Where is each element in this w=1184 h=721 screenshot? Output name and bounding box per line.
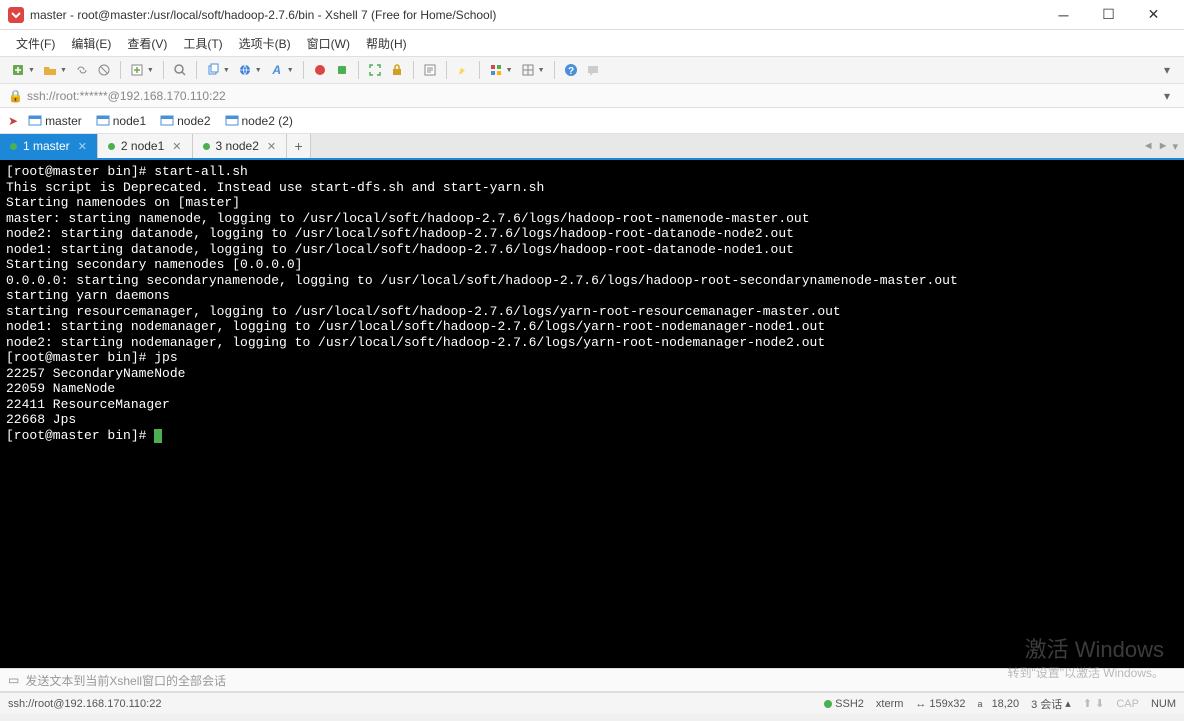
status-bar: ssh://root@192.168.170.110:22 SSH2 xterm…: [0, 692, 1184, 714]
tab-close-icon[interactable]: ✕: [172, 140, 181, 153]
dropdown-icon[interactable]: ▼: [147, 67, 154, 74]
menu-tabs[interactable]: 选项卡(B): [231, 31, 299, 56]
disconnect-icon[interactable]: [94, 60, 114, 80]
tab-label: 3 node2: [216, 139, 259, 153]
close-button[interactable]: ✕: [1131, 1, 1176, 29]
globe-icon[interactable]: [235, 60, 255, 80]
tab-list-icon[interactable]: ▾: [1172, 140, 1178, 153]
status-dot-icon: [203, 143, 210, 150]
tab-prev-icon[interactable]: ◄: [1143, 140, 1154, 152]
app-icon: [8, 7, 24, 23]
session-item-master[interactable]: master: [24, 112, 86, 130]
session-label: node2: [177, 114, 210, 128]
status-pos: a 18,20: [977, 698, 1019, 710]
lock-icon[interactable]: [387, 60, 407, 80]
status-num: NUM: [1151, 698, 1176, 710]
tab-next-icon[interactable]: ►: [1158, 140, 1169, 152]
help-icon[interactable]: ?: [561, 60, 581, 80]
status-dot-icon: [108, 143, 115, 150]
tab-label: 2 node1: [121, 139, 164, 153]
session-bar: ➤ master node1 node2 node2 (2): [0, 108, 1184, 134]
tab-close-icon[interactable]: ✕: [267, 140, 276, 153]
status-dot-icon: [10, 143, 17, 150]
new-session-icon[interactable]: [8, 60, 28, 80]
dropdown-icon[interactable]: ▼: [287, 67, 294, 74]
play-icon[interactable]: [332, 60, 352, 80]
status-transfer: ⬆ ⬇: [1083, 697, 1105, 710]
session-label: master: [45, 114, 82, 128]
lock-icon: 🔒: [8, 89, 23, 103]
status-term: xterm: [876, 698, 904, 710]
dropdown-icon[interactable]: ▼: [538, 67, 545, 74]
status-size: ↔ 159x32: [915, 698, 965, 710]
toolbar: ▼ ▼ ▼ ▼ ▼ A ▼ ▼ ▼ ? ▾: [0, 56, 1184, 84]
dropdown-icon[interactable]: ▼: [223, 67, 230, 74]
add-icon[interactable]: [127, 60, 147, 80]
highlight-icon[interactable]: [453, 60, 473, 80]
fullscreen-icon[interactable]: [365, 60, 385, 80]
window-title: master - root@master:/usr/local/soft/had…: [30, 8, 1041, 22]
dropdown-icon[interactable]: ▼: [255, 67, 262, 74]
session-item-node2-2[interactable]: node2 (2): [221, 112, 297, 130]
script-icon[interactable]: [420, 60, 440, 80]
title-bar: master - root@master:/usr/local/soft/had…: [0, 0, 1184, 30]
status-connection: ssh://root@192.168.170.110:22: [8, 698, 824, 710]
maximize-button[interactable]: ☐: [1086, 1, 1131, 29]
session-icon: [160, 114, 174, 128]
status-ssh: SSH2: [824, 698, 864, 710]
terminal[interactable]: [root@master bin]# start-all.sh This scr…: [0, 160, 1184, 668]
status-caps: CAP: [1116, 698, 1139, 710]
address-expand-icon[interactable]: ▾: [1158, 89, 1176, 103]
menu-bar: 文件(F) 编辑(E) 查看(V) 工具(T) 选项卡(B) 窗口(W) 帮助(…: [0, 30, 1184, 56]
link-icon[interactable]: [72, 60, 92, 80]
minimize-button[interactable]: ─: [1041, 1, 1086, 29]
address-text[interactable]: ssh://root:******@192.168.170.110:22: [27, 89, 1158, 103]
session-item-node2[interactable]: node2: [156, 112, 214, 130]
tab-add-button[interactable]: +: [287, 134, 311, 158]
menu-file[interactable]: 文件(F): [8, 31, 63, 56]
record-icon[interactable]: [310, 60, 330, 80]
status-sessions[interactable]: 3 会话 ▴: [1031, 696, 1071, 712]
tab-master[interactable]: 1 master ✕: [0, 134, 98, 158]
dropdown-icon[interactable]: ▼: [28, 67, 35, 74]
ssh-dot-icon: [824, 700, 832, 708]
session-icon: [28, 114, 42, 128]
palette-icon[interactable]: [486, 60, 506, 80]
menu-edit[interactable]: 编辑(E): [63, 31, 119, 56]
svg-text:?: ?: [567, 66, 573, 77]
session-icon: [96, 114, 110, 128]
dropdown-icon[interactable]: ▼: [506, 67, 513, 74]
session-label: node1: [113, 114, 146, 128]
copy-icon[interactable]: [203, 60, 223, 80]
broadcast-input-bar[interactable]: ▭ 发送文本到当前Xshell窗口的全部会话: [0, 668, 1184, 692]
tab-bar: 1 master ✕ 2 node1 ✕ 3 node2 ✕ + ◄ ► ▾: [0, 134, 1184, 160]
broadcast-hint: 发送文本到当前Xshell窗口的全部会话: [25, 672, 226, 689]
menu-view[interactable]: 查看(V): [119, 31, 175, 56]
menu-window[interactable]: 窗口(W): [299, 31, 358, 56]
tab-close-icon[interactable]: ✕: [78, 140, 87, 153]
sessions-up-icon: ▴: [1065, 697, 1071, 710]
address-bar: 🔒 ssh://root:******@192.168.170.110:22 ▾: [0, 84, 1184, 108]
session-label: node2 (2): [242, 114, 293, 128]
menu-tools[interactable]: 工具(T): [175, 31, 230, 56]
tab-node1[interactable]: 2 node1 ✕: [98, 134, 193, 158]
open-folder-icon[interactable]: [40, 60, 60, 80]
layout-icon[interactable]: [518, 60, 538, 80]
chat-icon[interactable]: [583, 60, 603, 80]
broadcast-icon: ▭: [8, 673, 19, 687]
tab-node2[interactable]: 3 node2 ✕: [193, 134, 288, 158]
menu-help[interactable]: 帮助(H): [358, 31, 415, 56]
search-icon[interactable]: [170, 60, 190, 80]
session-arrow-icon[interactable]: ➤: [8, 114, 18, 128]
session-icon: [225, 114, 239, 128]
toolbar-expand-icon[interactable]: ▾: [1158, 63, 1176, 77]
tab-label: 1 master: [23, 139, 70, 153]
font-icon[interactable]: A: [267, 60, 287, 80]
session-item-node1[interactable]: node1: [92, 112, 150, 130]
dropdown-icon[interactable]: ▼: [60, 67, 67, 74]
